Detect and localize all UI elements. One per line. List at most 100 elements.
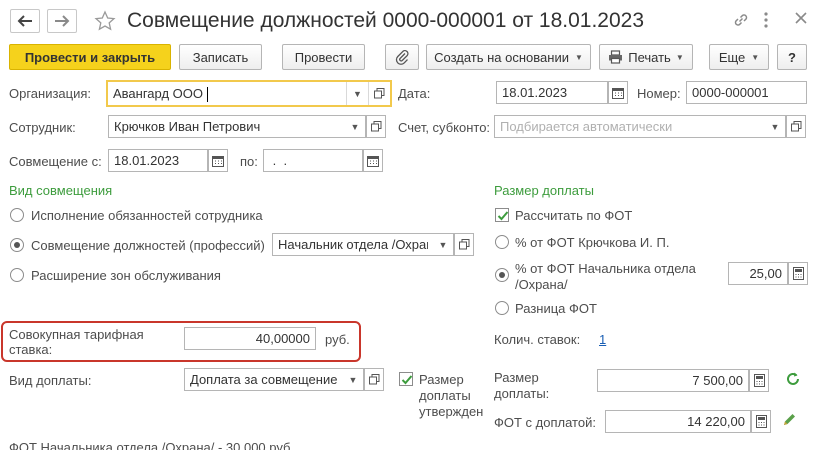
radio-combining-positions[interactable] — [10, 238, 24, 252]
radio-fot-difference[interactable] — [495, 301, 509, 315]
surcharge-approved-label-line2[interactable]: доплаты — [419, 388, 471, 403]
paperclip-icon — [395, 49, 409, 65]
organization-label: Организация: — [9, 86, 92, 101]
calendar-icon — [367, 155, 379, 167]
percent-field[interactable]: 25,00 — [728, 262, 788, 285]
more-button[interactable]: Еще ▼ — [709, 44, 769, 70]
more-actions-button[interactable] — [763, 11, 775, 31]
payment-type-label: Вид доплаты: — [9, 373, 92, 388]
radio-performing-duties-label[interactable]: Исполнение обязанностей сотрудника — [31, 208, 263, 223]
radio-service-zone-expansion[interactable] — [10, 268, 24, 282]
combination-to-label: по: — [240, 154, 258, 169]
rates-count-link[interactable]: 1 — [599, 332, 606, 347]
account-field[interactable]: Подбирается автоматически ▼ — [494, 115, 786, 138]
payment-type-dropdown-button[interactable]: ▼ — [342, 369, 363, 390]
link-button[interactable] — [732, 11, 752, 31]
to-calendar-button[interactable] — [363, 149, 383, 172]
position-dropdown-button[interactable]: ▼ — [432, 234, 453, 255]
window-title: Совмещение должностей 0000-000001 от 18.… — [127, 9, 645, 32]
account-open-button[interactable] — [786, 115, 806, 138]
back-button[interactable] — [10, 9, 40, 33]
combination-to-field[interactable]: . . — [263, 149, 363, 172]
organization-field[interactable]: Авангард ООО ▼ — [106, 80, 392, 107]
employee-open-button[interactable] — [366, 115, 386, 138]
help-button[interactable]: ? — [777, 44, 807, 70]
radio-fot-difference-label[interactable]: Разница ФОТ — [515, 301, 597, 316]
star-icon — [94, 10, 116, 31]
surcharge-size-field[interactable]: 7 500,00 — [597, 369, 749, 392]
open-form-icon — [370, 121, 381, 132]
refresh-icon — [787, 372, 799, 385]
dropdown-arrow-icon: ▼ — [348, 374, 358, 385]
number-label: Номер: — [637, 86, 681, 101]
date-calendar-button[interactable] — [608, 81, 628, 104]
organization-dropdown-button[interactable]: ▼ — [346, 82, 368, 105]
forward-button[interactable] — [47, 9, 77, 33]
radio-percent-head-fot-label-line2[interactable]: /Охрана/ — [515, 277, 568, 292]
calc-by-fot-checkbox[interactable] — [495, 208, 509, 222]
radio-performing-duties[interactable] — [10, 208, 24, 222]
account-label: Счет, субконто: — [398, 120, 491, 135]
surcharge-approved-checkbox[interactable] — [399, 372, 413, 386]
post-button[interactable]: Провести — [282, 44, 365, 70]
combination-type-heading: Вид совмещения — [9, 183, 113, 198]
calculator-icon — [755, 415, 767, 428]
employee-dropdown-button[interactable]: ▼ — [344, 116, 365, 137]
dropdown-arrow-icon: ▼ — [350, 121, 360, 132]
forward-arrow-icon — [55, 15, 70, 27]
open-form-icon — [374, 88, 385, 99]
create-based-on-button[interactable]: Создать на основании ▼ — [426, 44, 591, 70]
account-dropdown-button[interactable]: ▼ — [764, 116, 785, 137]
calendar-icon — [612, 87, 624, 99]
surcharge-heading: Размер доплаты — [494, 183, 594, 198]
radio-percent-employee-fot-label[interactable]: % от ФОТ Крючкова И. П. — [515, 235, 669, 250]
surcharge-size-label-line2: доплаты: — [494, 386, 550, 401]
surcharge-size-calculator-button[interactable] — [749, 369, 769, 392]
payment-type-field[interactable]: Доплата за совмещение должностей ▼ — [184, 368, 364, 391]
open-form-icon — [790, 121, 801, 132]
favorite-button[interactable] — [94, 10, 116, 32]
attach-button[interactable] — [385, 44, 419, 70]
dropdown-arrow-icon: ▼ — [770, 121, 780, 132]
organization-open-button[interactable] — [368, 82, 390, 105]
percent-calculator-button[interactable] — [788, 262, 808, 285]
payment-type-open-button[interactable] — [364, 368, 384, 391]
date-field[interactable]: 18.01.2023 — [496, 81, 608, 104]
print-button[interactable]: Печать ▼ — [599, 44, 693, 70]
radio-percent-head-fot-label-line1[interactable]: % от ФОТ Начальника отдела — [515, 261, 696, 276]
surcharge-approved-label-line3[interactable]: утвержден — [419, 404, 483, 419]
calculator-icon — [792, 267, 804, 280]
fot-calculator-button[interactable] — [751, 410, 771, 433]
tariff-unit: руб. — [325, 332, 350, 347]
calculator-icon — [753, 374, 765, 387]
radio-combining-positions-label[interactable]: Совмещение должностей (профессий) — [31, 238, 265, 253]
tariff-label-line2: ставка: — [9, 342, 53, 357]
write-button[interactable]: Записать — [179, 44, 262, 70]
combination-from-label: Совмещение с: — [9, 154, 102, 169]
surcharge-approved-label-line1[interactable]: Размер — [419, 372, 464, 387]
checkmark-icon — [401, 375, 413, 385]
open-form-icon — [458, 239, 469, 250]
dropdown-arrow-icon: ▼ — [675, 52, 684, 62]
employee-field[interactable]: Крючков Иван Петрович ▼ — [108, 115, 366, 138]
kebab-menu-icon — [764, 12, 768, 28]
radio-service-zone-expansion-label[interactable]: Расширение зон обслуживания — [31, 268, 221, 283]
rates-count-label: Колич. ставок: — [494, 332, 581, 347]
tariff-field[interactable]: 40,00000 — [184, 327, 316, 350]
position-open-button[interactable] — [454, 233, 474, 256]
combination-from-field[interactable]: 18.01.2023 — [108, 149, 208, 172]
number-field[interactable]: 0000-000001 — [686, 81, 807, 104]
recalculate-button[interactable] — [785, 371, 805, 391]
back-arrow-icon — [17, 15, 32, 27]
position-field[interactable]: Начальник отдела /Охрана/ ▼ — [272, 233, 454, 256]
fot-with-surcharge-field[interactable]: 14 220,00 — [605, 410, 751, 433]
calc-by-fot-label[interactable]: Рассчитать по ФОТ — [515, 208, 632, 223]
employee-label: Сотрудник: — [9, 120, 76, 135]
close-button[interactable] — [794, 11, 813, 31]
radio-percent-head-fot[interactable] — [495, 268, 509, 282]
post-and-close-button[interactable]: Провести и закрыть — [9, 44, 171, 70]
edit-fot-button[interactable] — [782, 412, 800, 430]
radio-percent-employee-fot[interactable] — [495, 235, 509, 249]
link-icon — [734, 14, 748, 26]
from-calendar-button[interactable] — [208, 149, 228, 172]
